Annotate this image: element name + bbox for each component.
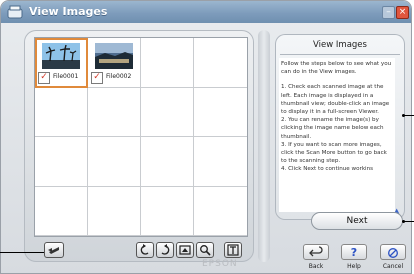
thumbnail-cell[interactable]: ✓ File0001 [35, 38, 88, 88]
cancel-icon [388, 248, 398, 258]
empty-cell [88, 186, 141, 236]
thumbnail-checkbox[interactable]: ✓ [38, 72, 50, 84]
close-button[interactable]: × [396, 6, 409, 19]
rotate-left-button[interactable] [136, 242, 154, 258]
empty-cell [88, 137, 141, 187]
thumbnail-checkbox[interactable]: ✓ [91, 72, 103, 84]
empty-cell [194, 187, 247, 236]
close-icon: × [398, 7, 407, 17]
rotate-left-icon [140, 244, 149, 255]
empty-cell [194, 88, 247, 137]
thumbnail-cell[interactable]: ✓ File0002 [88, 38, 141, 88]
title-bar: View Images – × [1, 1, 411, 23]
minimize-button[interactable]: – [382, 6, 395, 19]
empty-cell [141, 186, 194, 236]
info-panel-body: Follow the steps below to see what you c… [279, 58, 395, 212]
empty-cell [35, 186, 88, 236]
thumbnail-image[interactable] [95, 43, 133, 69]
minimize-icon: – [386, 7, 391, 17]
epson-logo: EPSON [202, 259, 238, 269]
cancel-button[interactable] [380, 244, 406, 260]
callout-dot-next [402, 220, 405, 223]
scan-back-icon [48, 247, 59, 254]
rotate-right-button[interactable] [156, 242, 174, 258]
app-icon [7, 5, 23, 19]
back-button[interactable] [303, 244, 329, 260]
empty-cell [141, 137, 194, 187]
callout-dot-info [402, 114, 405, 117]
magnifier-icon [200, 245, 211, 256]
divider-strip [258, 30, 270, 262]
back-label: Back [308, 263, 324, 270]
empty-cell [194, 38, 247, 88]
info-paragraph: 1. Check each scanned image at the left.… [281, 84, 390, 116]
empty-cell [35, 87, 88, 137]
info-panel: View Images Follow the steps below to se… [275, 34, 405, 220]
zoom-button[interactable] [196, 242, 214, 258]
properties-button[interactable] [224, 242, 242, 258]
info-paragraph: Follow the steps below to see what you c… [281, 61, 392, 76]
info-paragraph: 4. Click Next to continue workins [281, 166, 374, 173]
info-paragraph: 2. You can rename the image(s) by clicki… [281, 117, 384, 140]
thumbnail-grid: ✓ File0001 ✓ File0002 [34, 37, 248, 237]
help-label: Help [347, 263, 361, 270]
scan-more-button[interactable] [44, 242, 64, 258]
empty-cell [141, 87, 194, 137]
thumbnail-image[interactable] [42, 43, 80, 69]
callout-line-scan-more [0, 252, 44, 253]
properties-icon [227, 244, 239, 256]
empty-cell [88, 87, 141, 137]
thumbnail-name[interactable]: File0002 [106, 73, 131, 80]
back-arrow-icon [309, 246, 323, 257]
window-title: View Images [29, 5, 108, 18]
view-button[interactable] [176, 242, 194, 258]
empty-cell [35, 137, 88, 187]
help-button[interactable]: ? [341, 244, 367, 260]
view-image-icon [179, 245, 191, 255]
info-panel-title: View Images [280, 40, 400, 55]
thumbnail-name[interactable]: File0001 [53, 73, 78, 80]
rotate-right-icon [161, 244, 170, 255]
empty-cell [141, 38, 194, 88]
help-icon: ? [350, 246, 358, 259]
info-paragraph: 3. If you want to scan more images, clic… [281, 141, 387, 165]
next-button[interactable]: Next [311, 212, 403, 230]
cancel-label: Cancel [382, 263, 404, 270]
empty-cell [194, 137, 247, 187]
